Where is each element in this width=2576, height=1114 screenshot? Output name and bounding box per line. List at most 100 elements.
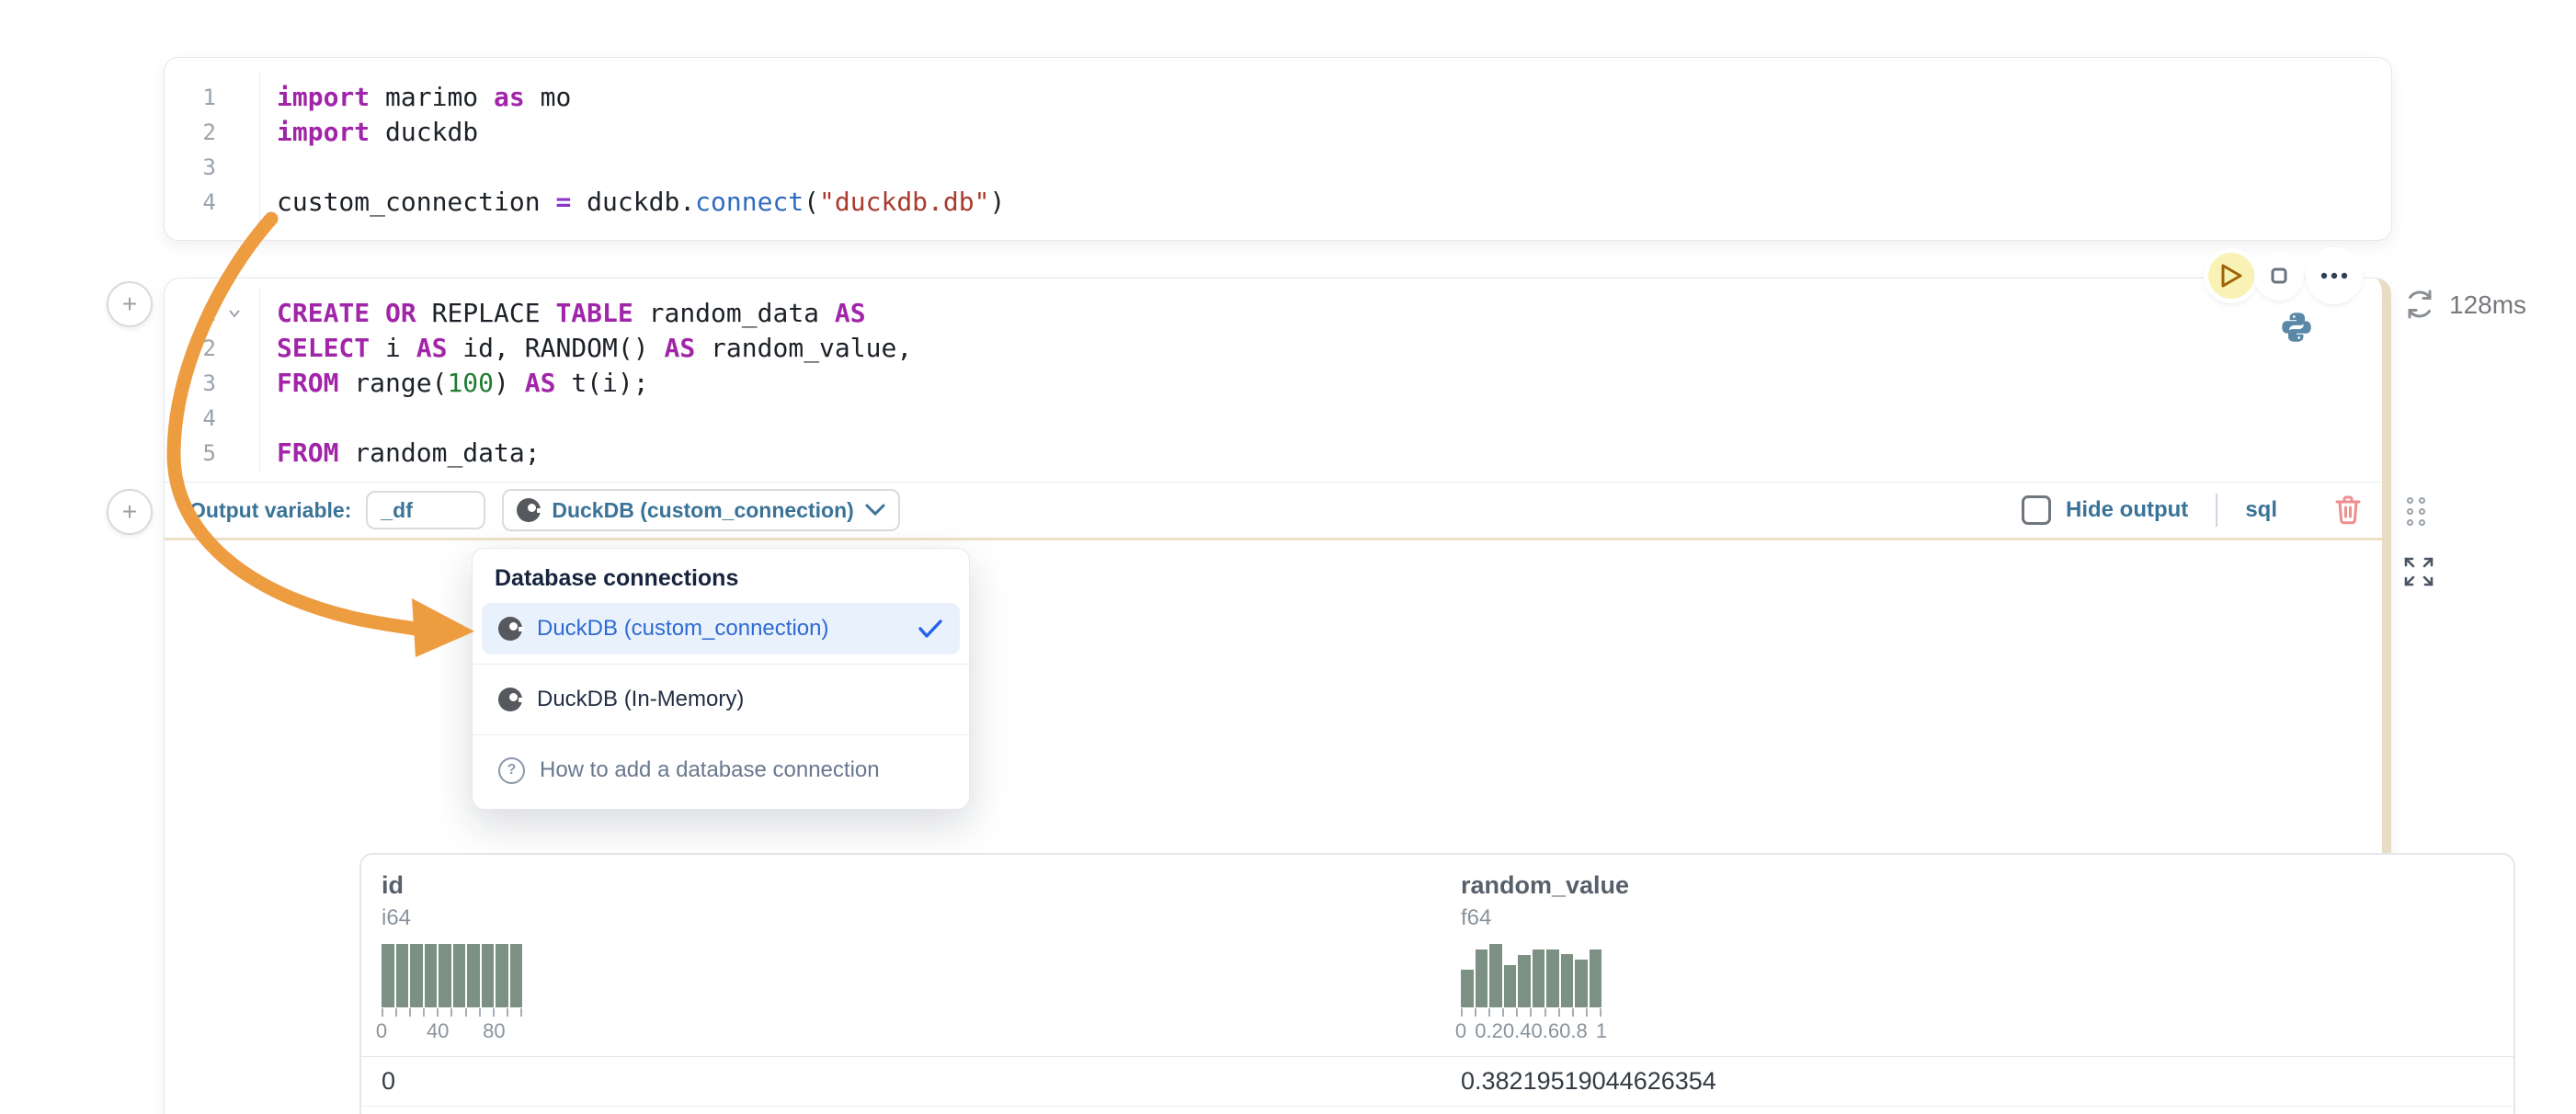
plus-icon: +: [122, 290, 137, 319]
axis-label: 0.2: [1475, 1019, 1503, 1043]
python-language-badge[interactable]: [2280, 311, 2313, 344]
code-line: import duckdb: [277, 115, 2378, 150]
connection-dropdown-label: DuckDB (custom_connection): [552, 498, 853, 523]
line-number: 5: [165, 436, 258, 471]
sql-code-editor[interactable]: CREATE OR REPLACE TABLE random_data ASSE…: [277, 278, 2369, 471]
line-number: 2: [165, 331, 258, 366]
stop-icon: [2271, 267, 2287, 284]
fold-chevron-icon[interactable]: [227, 306, 242, 321]
delete-cell-button[interactable]: [2334, 494, 2362, 526]
run-cell-button[interactable]: [2208, 253, 2254, 299]
refresh-icon: [2404, 289, 2435, 320]
play-icon: [2219, 263, 2243, 289]
menu-item-connection-0[interactable]: DuckDB (custom_connection): [482, 603, 960, 654]
histogram-bar: [410, 944, 423, 1007]
histogram-bars: [382, 944, 522, 1007]
column-header-id[interactable]: id i64 04080: [382, 871, 522, 1043]
axis-label: 0: [1455, 1019, 1466, 1043]
column-name: id: [382, 871, 522, 900]
histogram-bar: [482, 944, 495, 1007]
code-line: FROM random_data;: [277, 436, 2369, 471]
python-code-editor[interactable]: import marimo as moimport duckdbcustom_c…: [277, 58, 2378, 220]
line-number: 4: [165, 401, 258, 436]
menu-item-label: DuckDB (In-Memory): [537, 687, 744, 712]
add-cell-below-button[interactable]: +: [107, 489, 153, 535]
line-number: 4: [165, 185, 258, 220]
code-line: [277, 150, 2378, 185]
table-row[interactable]: 10.6785141299499978: [361, 1107, 2513, 1114]
cell-runtime: 128ms: [2449, 290, 2526, 320]
line-number: 3: [165, 150, 258, 185]
connection-dropdown-button[interactable]: DuckDB (custom_connection): [502, 489, 899, 531]
trash-icon: [2334, 494, 2362, 526]
histogram-bar: [1489, 944, 1502, 1007]
expand-icon: [2403, 556, 2434, 587]
sql-cell-toolbar: Output variable: DuckDB (custom_connecti…: [165, 483, 2382, 540]
menu-title: Database connections: [473, 549, 969, 592]
gutter-divider: [259, 288, 260, 472]
results-table: id i64 0 40 80 random_value f64 00.20.40.6…: [359, 853, 2515, 1114]
marimo-notebook: 1234 import marimo as moimport duckdbcus…: [0, 0, 2576, 1114]
column-dtype: f64: [1461, 905, 1629, 931]
histogram-bar: [1561, 954, 1574, 1007]
histogram-bar: [396, 944, 409, 1007]
cell-random-value: 0.38219519044626354: [1461, 1067, 1716, 1096]
sql-code-area: 12345 CREATE OR REPLACE TABLE random_dat…: [165, 278, 2382, 483]
histogram-bar: [1461, 970, 1474, 1007]
cell-more-actions-button[interactable]: [2310, 252, 2358, 300]
database-connections-menu: Database connections DuckDB (custom_conn…: [472, 548, 970, 810]
code-line: custom_connection = duckdb.connect("duck…: [277, 185, 2378, 220]
histogram-bar: [496, 944, 508, 1007]
hide-output-checkbox[interactable]: [2022, 495, 2051, 525]
add-cell-above-button[interactable]: +: [107, 281, 153, 327]
line-number-gutter: 12345: [165, 278, 258, 471]
drag-handle[interactable]: [2407, 497, 2425, 526]
menu-item-help[interactable]: ? How to add a database connection: [482, 745, 960, 796]
line-number: 1: [165, 296, 258, 331]
histogram-bar: [467, 944, 480, 1007]
menu-item-label: How to add a database connection: [540, 757, 880, 783]
axis-label: 1: [1596, 1019, 1607, 1043]
histogram-ticks: [382, 1008, 522, 1017]
rerun-cell-button[interactable]: [2404, 289, 2435, 320]
histogram-bar: [1504, 965, 1517, 1007]
menu-item-label: DuckDB (custom_connection): [537, 616, 828, 642]
histogram-bar: [1590, 949, 1602, 1007]
duckdb-icon: [498, 688, 522, 711]
axis-label: 40: [427, 1019, 449, 1043]
axis-label: 80: [483, 1019, 505, 1043]
code-line: FROM range(100) AS t(i);: [277, 366, 2369, 401]
ellipsis-icon: [2320, 272, 2348, 279]
line-number-gutter: 1234: [165, 58, 258, 220]
output-variable-label: Output variable:: [189, 498, 351, 523]
expand-cell-button[interactable]: [2403, 556, 2434, 587]
checkmark-icon: [918, 619, 943, 639]
table-row[interactable]: 00.38219519044626354: [361, 1057, 2513, 1107]
column-header-random-value[interactable]: random_value f64 00.20.40.60.81: [1461, 871, 1629, 1043]
column-dtype: i64: [382, 905, 522, 931]
code-line: SELECT i AS id, RANDOM() AS random_value…: [277, 331, 2369, 366]
histogram-ticks: [1461, 1008, 1601, 1017]
toolbar-divider: [2216, 494, 2217, 527]
column-name: random_value: [1461, 871, 1629, 900]
plus-icon: +: [122, 497, 137, 527]
histogram-bar: [1546, 949, 1559, 1007]
histogram-bar: [382, 944, 394, 1007]
language-label[interactable]: sql: [2245, 497, 2277, 523]
line-number: 1: [165, 80, 258, 115]
cell-id: 0: [361, 1067, 1461, 1096]
histogram-bar: [510, 944, 523, 1007]
stop-cell-button[interactable]: [2259, 256, 2299, 296]
menu-item-connection-1[interactable]: DuckDB (In-Memory): [482, 674, 960, 725]
code-line: CREATE OR REPLACE TABLE random_data AS: [277, 296, 2369, 331]
output-variable-input[interactable]: [366, 491, 485, 529]
chevron-down-icon: [865, 504, 885, 517]
axis-label: 0.8: [1559, 1019, 1588, 1043]
histogram-axis-labels: 00.20.40.60.81: [1461, 1019, 1601, 1043]
duckdb-icon: [517, 498, 541, 522]
table-header: id i64 0 40 80 random_value f64 00.20.40.6…: [361, 855, 2513, 1057]
help-icon: ?: [498, 757, 525, 784]
histogram-bar: [453, 944, 466, 1007]
axis-label: 0.6: [1532, 1019, 1560, 1043]
duckdb-icon: [498, 617, 522, 641]
